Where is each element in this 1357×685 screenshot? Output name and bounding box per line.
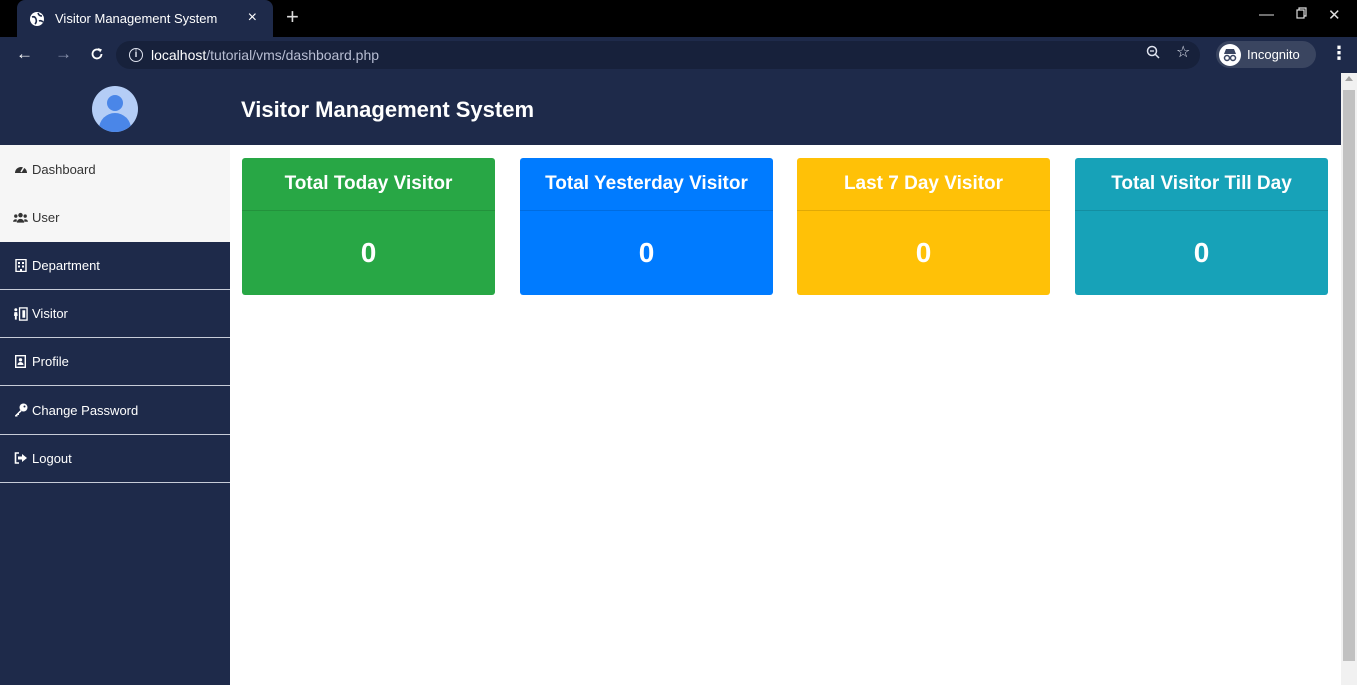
new-tab-button[interactable]: + [286, 6, 299, 28]
card-title: Total Visitor Till Day [1075, 158, 1328, 211]
scroll-up-arrow-icon[interactable] [1345, 76, 1353, 81]
browser-menu-icon[interactable]: ⋮ [1330, 43, 1348, 64]
sidebar-item-profile[interactable]: Profile [0, 338, 230, 387]
stat-card-last-7-days: Last 7 Day Visitor 0 [797, 158, 1050, 295]
minimize-icon[interactable]: — [1259, 6, 1274, 23]
avatar[interactable] [92, 86, 138, 132]
page-header: Visitor Management System [230, 73, 1341, 145]
sidebar-item-dashboard[interactable]: Dashboard [0, 145, 230, 194]
forward-icon[interactable]: → [55, 44, 72, 64]
reload-icon[interactable] [90, 44, 104, 66]
dashboard-content: Total Today Visitor 0 Total Yesterday Vi… [230, 145, 1341, 685]
sidebar-header [0, 73, 230, 145]
visitor-icon [13, 306, 28, 321]
dashboard-icon [13, 162, 28, 176]
card-value: 0 [915, 237, 932, 268]
close-window-icon[interactable]: ✕ [1328, 6, 1341, 24]
sidebar-item-change-password[interactable]: Change Password [0, 386, 230, 435]
stat-card-total: Total Visitor Till Day 0 [1075, 158, 1328, 295]
card-title: Total Today Visitor [242, 158, 495, 211]
building-icon [13, 258, 28, 272]
address-bar[interactable]: i localhost/tutorial/vms/dashboard.php [116, 41, 1200, 69]
globe-icon [29, 11, 45, 27]
card-title: Total Yesterday Visitor [520, 158, 773, 211]
tab-title: Visitor Management System [55, 11, 218, 26]
card-title: Last 7 Day Visitor [797, 158, 1050, 211]
sidebar-item-department[interactable]: Department [0, 242, 230, 290]
sidebar-item-logout[interactable]: Logout [0, 435, 230, 484]
browser-tab-bar: Visitor Management System × + — ✕ [0, 0, 1357, 37]
incognito-badge[interactable]: Incognito [1216, 41, 1316, 68]
zoom-icon[interactable] [1146, 45, 1160, 59]
card-value: 0 [1193, 237, 1210, 268]
close-tab-icon[interactable]: × [248, 10, 257, 26]
profile-card-icon [13, 355, 28, 369]
site-info-icon[interactable]: i [129, 48, 143, 62]
sidebar-item-label: Profile [32, 354, 69, 370]
url-host: localhost [151, 47, 207, 63]
back-icon[interactable]: ← [16, 44, 33, 64]
sidebar-item-label: User [32, 209, 60, 225]
restore-icon[interactable] [1296, 6, 1307, 23]
sidebar-item-label: Visitor [32, 306, 68, 322]
users-icon [13, 210, 28, 224]
page-scrollbar[interactable] [1341, 73, 1357, 685]
sidebar-item-label: Change Password [32, 402, 139, 418]
stat-card-yesterday: Total Yesterday Visitor 0 [520, 158, 773, 295]
card-value: 0 [638, 237, 655, 268]
sidebar-item-label: Logout [32, 450, 72, 466]
incognito-label: Incognito [1247, 47, 1300, 62]
url-path: /tutorial/vms/dashboard.php [206, 47, 380, 63]
sidebar-item-visitor[interactable]: Visitor [0, 290, 230, 339]
sidebar-item-user[interactable]: User [0, 193, 230, 242]
key-icon [13, 403, 28, 417]
card-value: 0 [360, 237, 377, 268]
incognito-icon [1219, 43, 1241, 66]
stat-card-today: Total Today Visitor 0 [242, 158, 495, 295]
bookmark-star-icon[interactable]: ☆ [1176, 42, 1190, 62]
sidebar: Dashboard User Department Visitor Profil… [0, 73, 230, 685]
browser-toolbar: ← → i localhost/tutorial/vms/dashboard.p… [0, 37, 1357, 73]
page-title: Visitor Management System [241, 97, 535, 122]
sidebar-item-label: Dashboard [32, 161, 96, 177]
sidebar-item-label: Department [32, 257, 100, 273]
scroll-thumb[interactable] [1343, 90, 1355, 661]
sign-out-icon [13, 451, 28, 465]
browser-tab[interactable]: Visitor Management System × [17, 0, 273, 37]
